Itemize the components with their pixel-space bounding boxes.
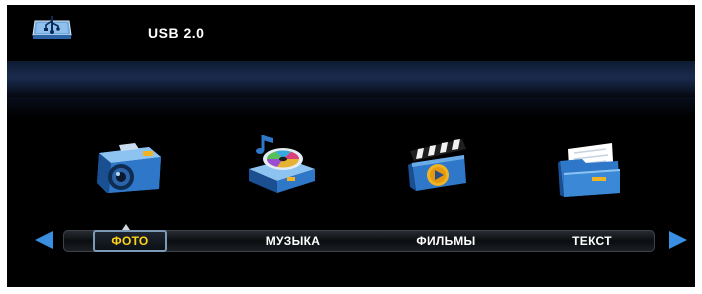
menu-item-photo[interactable]: ФОТО xyxy=(93,230,167,252)
header-bar: USB 2.0 xyxy=(7,5,695,61)
header-band xyxy=(7,61,695,97)
menu-item-movies[interactable]: ФИЛЬМЫ xyxy=(396,230,496,252)
clapperboard-icon[interactable] xyxy=(400,129,476,195)
usb-drive-icon xyxy=(31,13,73,41)
arrow-left-icon[interactable] xyxy=(35,231,53,249)
menu-item-music[interactable]: МУЗЫКА xyxy=(243,230,343,252)
device-label: USB 2.0 xyxy=(148,25,205,41)
header-band-glow xyxy=(7,97,695,117)
document-folder-icon[interactable] xyxy=(552,133,628,199)
music-projector-icon[interactable] xyxy=(243,129,319,195)
menu-item-text[interactable]: ТЕКСТ xyxy=(542,230,642,252)
media-player-screen: USB 2.0 ФОТО МУЗЫКА ФИЛЬМЫ ТЕКСТ xyxy=(7,5,695,287)
media-menu-bar: ФОТО МУЗЫКА ФИЛЬМЫ ТЕКСТ xyxy=(63,230,655,252)
camera-icon[interactable] xyxy=(91,133,167,199)
arrow-right-icon[interactable] xyxy=(669,231,687,249)
